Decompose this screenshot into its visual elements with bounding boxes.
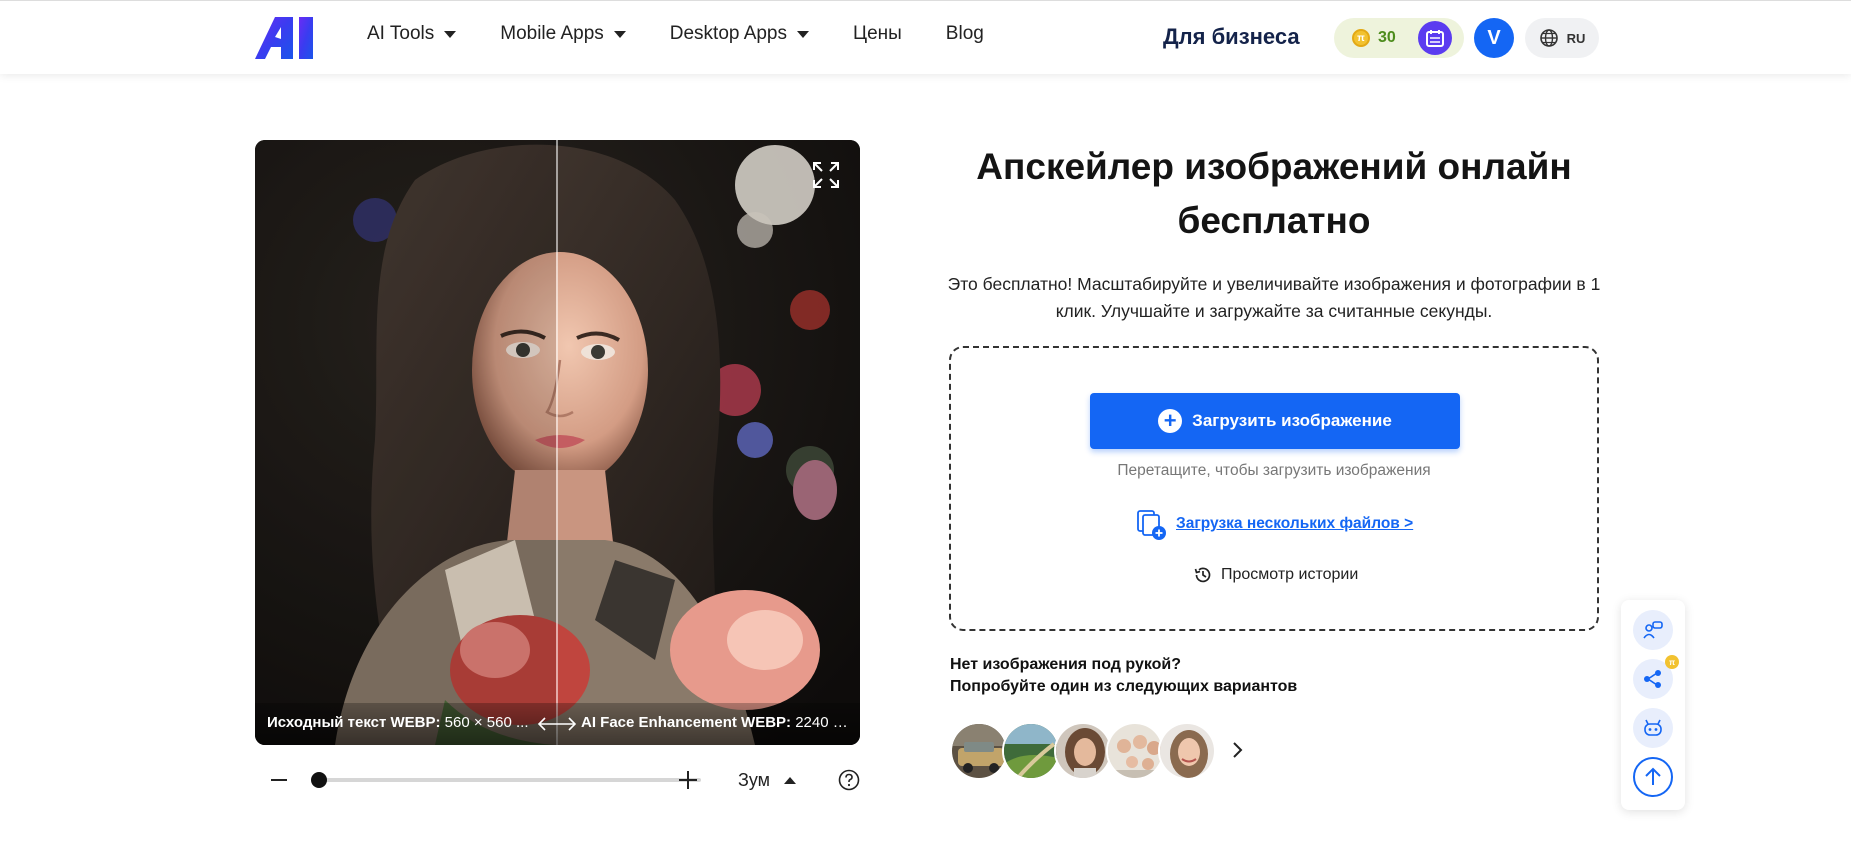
feedback-button[interactable] xyxy=(1633,610,1673,650)
chevron-up-icon xyxy=(784,777,797,784)
sample-image-smiling-woman[interactable] xyxy=(1158,722,1216,780)
sample-images xyxy=(950,722,1216,780)
arrow-up-icon xyxy=(1645,767,1661,785)
logo-icon[interactable] xyxy=(255,17,317,59)
coin-icon: π xyxy=(1352,29,1370,47)
nav-ai-tools[interactable]: AI Tools xyxy=(367,23,457,45)
nav-blog[interactable]: Blog xyxy=(946,23,984,45)
chevron-down-icon xyxy=(797,30,810,38)
upload-image-button[interactable]: + Загрузить изображение xyxy=(1090,393,1460,449)
chevron-down-icon xyxy=(613,30,626,38)
top-header: AI Tools Mobile Apps Desktop Apps Цены B… xyxy=(0,0,1851,74)
assistant-button[interactable] xyxy=(1633,708,1673,748)
enhanced-image-label: AI Face Enhancement WEBP: 2240 × ... xyxy=(581,714,851,731)
history-link[interactable]: Просмотр истории xyxy=(1193,565,1358,585)
page-subtitle: Это бесплатно! Масштабируйте и увеличива… xyxy=(947,274,1601,321)
coin-badge-icon: π xyxy=(1665,655,1679,669)
fullscreen-icon[interactable] xyxy=(811,160,841,190)
drag-hint: Перетащите, чтобы загрузить изображения xyxy=(1117,462,1431,479)
zoom-slider-track[interactable] xyxy=(317,778,701,782)
sample-prompt-line2: Попробуйте один из следующих вариантов xyxy=(950,678,1298,695)
language-label: RU xyxy=(1566,30,1586,46)
nav-label: Blog xyxy=(945,23,984,44)
sample-image-landscape[interactable] xyxy=(1002,722,1060,780)
business-link[interactable]: Для бизнеса xyxy=(1163,24,1300,50)
sample-prompt-line1: Нет изображения под рукой? xyxy=(950,656,1182,673)
original-size: 560 × 560 ... xyxy=(440,714,529,731)
user-avatar[interactable]: V xyxy=(1474,18,1514,58)
zoom-in-icon[interactable] xyxy=(677,769,699,791)
original-format: Исходный текст WEBP: xyxy=(267,714,441,731)
zoom-controls: Зум xyxy=(255,762,860,798)
nav-label: AI Tools xyxy=(367,23,435,44)
scroll-top-button[interactable] xyxy=(1633,757,1673,797)
image-caption-bar: Исходный текст WEBP: 560 × 560 ... AI Fa… xyxy=(255,703,860,745)
chevron-down-icon xyxy=(444,30,457,38)
page-title: Апскейлер изображений онлайн бесплатно xyxy=(976,146,1572,241)
feedback-icon xyxy=(1643,621,1663,639)
nav-label: Desktop Apps xyxy=(669,23,788,44)
nav-mobile-apps[interactable]: Mobile Apps xyxy=(500,23,626,45)
zoom-label-text: Зум xyxy=(738,770,771,790)
upload-drop-zone[interactable]: + Загрузить изображение Перетащите, чтоб… xyxy=(949,346,1599,631)
multi-upload-row: Загрузка нескольких файлов > xyxy=(1134,507,1413,541)
calendar-button[interactable] xyxy=(1418,21,1452,55)
original-image-label: Исходный текст WEBP: 560 × 560 ... xyxy=(267,714,537,731)
multi-upload-link[interactable]: Загрузка нескольких файлов > xyxy=(1176,515,1413,533)
sample-prompt: Нет изображения под рукой? Попробуйте од… xyxy=(950,654,1297,698)
zoom-dropdown[interactable]: Зум xyxy=(738,770,797,791)
floating-toolbar: π xyxy=(1621,600,1685,810)
double-arrow-icon xyxy=(537,717,577,731)
language-selector[interactable]: RU xyxy=(1525,18,1599,58)
compare-divider[interactable] xyxy=(556,140,558,745)
before-after-viewer[interactable]: Исходный текст WEBP: 560 × 560 ... AI Fa… xyxy=(255,140,860,745)
nav-label: Mobile Apps xyxy=(500,23,604,44)
credit-count: 30 xyxy=(1378,29,1396,46)
calendar-icon xyxy=(1426,30,1444,47)
robot-icon xyxy=(1644,719,1662,736)
history-label: Просмотр истории xyxy=(1221,566,1359,583)
globe-icon xyxy=(1539,29,1558,47)
share-icon xyxy=(1644,670,1661,688)
chevron-right-icon[interactable] xyxy=(1227,740,1247,760)
zoom-slider-thumb[interactable] xyxy=(311,772,327,788)
zoom-out-icon[interactable] xyxy=(269,770,289,790)
nav-desktop-apps[interactable]: Desktop Apps xyxy=(669,23,810,45)
sample-image-group-photo[interactable] xyxy=(1106,722,1164,780)
share-button[interactable]: π xyxy=(1633,655,1679,699)
sample-image-woman-portrait[interactable] xyxy=(1054,722,1112,780)
nav-pricing[interactable]: Цены xyxy=(853,23,902,45)
enhanced-size: 2240 × ... xyxy=(795,714,851,731)
sample-image-old-car[interactable] xyxy=(950,722,1008,780)
help-icon[interactable] xyxy=(838,769,860,791)
main-nav: AI Tools Mobile Apps Desktop Apps Цены B… xyxy=(367,23,1028,45)
upload-button-label: Загрузить изображение xyxy=(1192,411,1392,430)
enhanced-format: AI Face Enhancement WEBP: xyxy=(581,714,792,731)
history-icon xyxy=(1194,567,1211,583)
nav-label: Цены xyxy=(853,23,902,44)
plus-circle-icon: + xyxy=(1158,409,1183,433)
multiple-files-icon xyxy=(1137,510,1166,540)
